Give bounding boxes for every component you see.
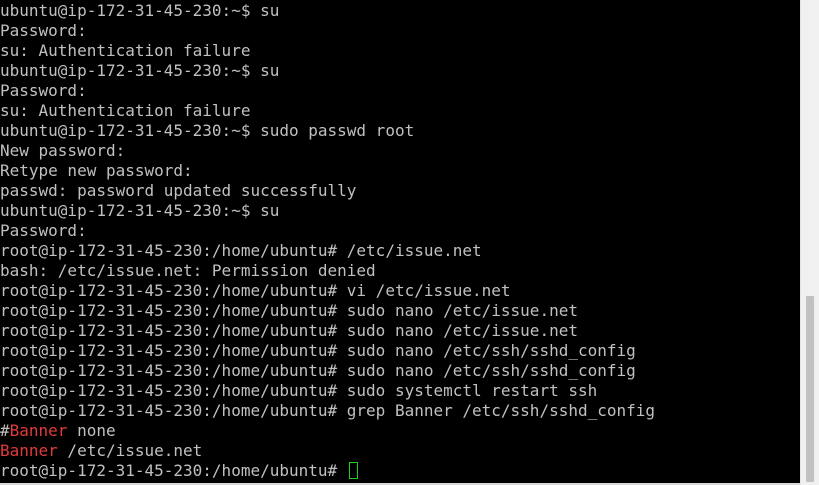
grep-match-highlight: Banner <box>9 421 68 440</box>
terminal-line: bash: /etc/issue.net: Permission denied <box>0 261 376 280</box>
terminal-line: root@ip-172-31-45-230:/home/ubuntu# sudo… <box>0 301 578 320</box>
terminal-line: root@ip-172-31-45-230:/home/ubuntu# grep… <box>0 401 656 420</box>
grep-rest: none <box>67 421 116 440</box>
terminal-line: su: Authentication failure <box>0 101 251 120</box>
terminal-lines: ubuntu@ip-172-31-45-230:~$ su Password: … <box>0 1 655 481</box>
terminal-line: root@ip-172-31-45-230:/home/ubuntu# sudo… <box>0 321 578 340</box>
vertical-scrollbar[interactable] <box>800 0 819 485</box>
text-cursor <box>348 462 358 479</box>
scrollbar-thumb[interactable] <box>806 296 814 482</box>
terminal-window: ubuntu@ip-172-31-45-230:~$ su Password: … <box>0 0 819 485</box>
current-prompt-line[interactable]: root@ip-172-31-45-230:/home/ubuntu# <box>0 461 655 481</box>
terminal-output[interactable]: ubuntu@ip-172-31-45-230:~$ su Password: … <box>0 0 800 483</box>
terminal-line: ubuntu@ip-172-31-45-230:~$ su <box>0 1 280 20</box>
shell-prompt: root@ip-172-31-45-230:/home/ubuntu# <box>0 461 347 480</box>
terminal-line: Retype new password: <box>0 161 193 180</box>
terminal-line: root@ip-172-31-45-230:/home/ubuntu# sudo… <box>0 361 636 380</box>
grep-result-line: #Banner none <box>0 421 655 441</box>
grep-rest: /etc/issue.net <box>57 441 203 460</box>
terminal-line: Password: <box>0 21 87 40</box>
terminal-line: root@ip-172-31-45-230:/home/ubuntu# sudo… <box>0 341 636 360</box>
terminal-line: root@ip-172-31-45-230:/home/ubuntu# /etc… <box>0 241 482 260</box>
terminal-line: Password: <box>0 221 87 240</box>
terminal-line: ubuntu@ip-172-31-45-230:~$ su <box>0 201 280 220</box>
grep-prefix: # <box>0 421 10 440</box>
terminal-line: ubuntu@ip-172-31-45-230:~$ sudo passwd r… <box>0 121 415 140</box>
terminal-line: root@ip-172-31-45-230:/home/ubuntu# vi /… <box>0 281 511 300</box>
grep-match-highlight: Banner <box>0 441 58 460</box>
terminal-line: su: Authentication failure <box>0 41 251 60</box>
terminal-line: ubuntu@ip-172-31-45-230:~$ su <box>0 61 280 80</box>
grep-result-line: Banner /etc/issue.net <box>0 441 655 461</box>
terminal-line: passwd: password updated successfully <box>0 181 357 200</box>
terminal-line: root@ip-172-31-45-230:/home/ubuntu# sudo… <box>0 381 598 400</box>
terminal-line: Password: <box>0 81 87 100</box>
terminal-line: New password: <box>0 141 126 160</box>
